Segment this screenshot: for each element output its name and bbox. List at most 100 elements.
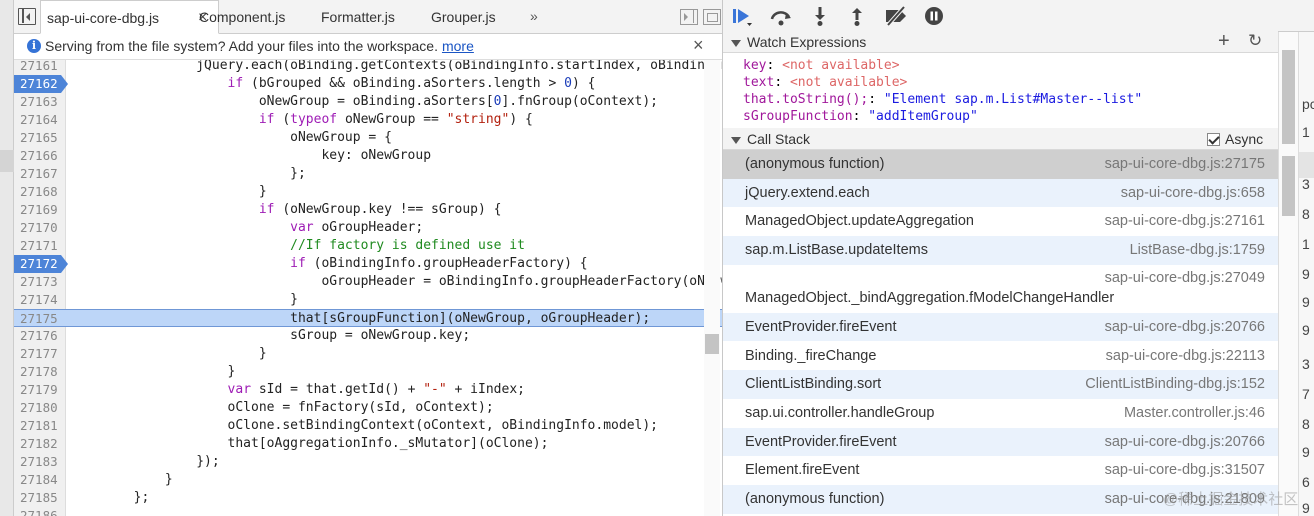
line-number[interactable]: 27186 [14, 507, 66, 516]
scrollbar-thumb[interactable] [705, 334, 719, 354]
code-line[interactable]: 27169 if (oNewGroup.key !== sGroup) { [14, 201, 722, 219]
code-line[interactable]: 27177 } [14, 345, 722, 363]
line-number[interactable]: 27178 [14, 363, 66, 381]
tab-formatter[interactable]: Formatter.js [321, 0, 395, 34]
refresh-icon[interactable]: ↻ [1248, 30, 1262, 52]
line-number[interactable]: 27171 [14, 237, 66, 255]
call-frame[interactable]: Element.fireEvent sap-ui-core-dbg.js:3150… [723, 456, 1278, 485]
code-line[interactable]: 27180 oClone = fnFactory(sId, oContext); [14, 399, 722, 417]
code-line[interactable]: 27161 jQuery.each(oBinding.getContexts(o… [14, 60, 722, 75]
code-line[interactable]: 27174 } [14, 291, 722, 309]
tab-grouper[interactable]: Grouper.js [431, 0, 496, 34]
step-out-icon[interactable] [846, 5, 868, 27]
line-number[interactable]: 27164 [14, 111, 66, 129]
code-line[interactable]: 27185 }; [14, 489, 722, 507]
code-line[interactable]: 27179 var sId = that.getId() + "-" + iIn… [14, 381, 722, 399]
code-line[interactable]: 27186 [14, 507, 722, 516]
add-expression-icon[interactable]: + [1218, 30, 1230, 52]
line-number[interactable]: 27179 [14, 381, 66, 399]
line-number[interactable]: 27184 [14, 471, 66, 489]
call-frame[interactable]: sap.m.ListBase.updateItems ListBase-dbg.j… [723, 236, 1278, 265]
frame-location[interactable]: sap-ui-core-dbg.js:27161 [1105, 213, 1265, 229]
current-execution-line[interactable]: 27175 that[sGroupFunction](oNewGroup, oG… [14, 309, 722, 328]
scrollbar-thumb[interactable] [1282, 156, 1295, 216]
code-area[interactable]: 27161 jQuery.each(oBinding.getContexts(o… [14, 60, 722, 516]
watch-item[interactable]: sGroupFunction: "addItemGroup" [743, 108, 1278, 125]
close-icon[interactable]: × [693, 35, 704, 56]
resume-icon[interactable] [731, 5, 753, 27]
code-line[interactable]: 27173 oGroupHeader = oBindingInfo.groupH… [14, 273, 722, 291]
more-tabs-icon[interactable]: » [530, 0, 538, 34]
checkbox-icon[interactable] [1207, 133, 1220, 146]
line-number[interactable]: 27169 [14, 201, 66, 219]
tab-sap-ui-core-dbg[interactable]: sap-ui-core-dbg.js × [40, 0, 219, 34]
watch-item[interactable]: key: <not available> [743, 57, 1278, 74]
call-frame[interactable]: jQuery.extend.each sap-ui-core-dbg.js:658 [723, 178, 1278, 208]
line-number[interactable]: 27165 [14, 129, 66, 147]
code-line[interactable]: 27176 sGroup = oNewGroup.key; [14, 327, 722, 345]
frame-location[interactable]: ListBase-dbg.js:1759 [1130, 242, 1265, 258]
frame-location[interactable]: ClientListBinding-dbg.js:152 [1085, 376, 1265, 392]
code-line[interactable]: 27182 that[oAggregationInfo._sMutator](o… [14, 435, 722, 453]
call-frame[interactable]: ManagedObject.updateAggregation sap-ui-co… [723, 207, 1278, 236]
pause-on-exceptions-icon[interactable] [923, 5, 945, 27]
call-frame[interactable]: EventProvider.fireEvent sap-ui-core-dbg.j… [723, 427, 1278, 457]
deactivate-breakpoints-icon[interactable] [883, 5, 906, 27]
frame-location[interactable]: sap-ui-core-dbg.js:20766 [1105, 319, 1265, 335]
frame-location[interactable]: Master.controller.js:46 [1124, 405, 1265, 421]
toggle-debugger-sidebar-icon[interactable] [680, 9, 698, 25]
code-line[interactable]: 27170 var oGroupHeader; [14, 219, 722, 237]
frame-location[interactable]: sap-ui-core-dbg.js:20766 [1105, 434, 1265, 450]
line-number[interactable]: 27163 [14, 93, 66, 111]
line-number[interactable]: 27183 [14, 453, 66, 471]
frame-location[interactable]: sap-ui-core-dbg.js:27049 [1105, 270, 1265, 286]
call-frame[interactable]: Binding._fireChange sap-ui-core-dbg.js:22… [723, 342, 1278, 371]
code-line[interactable]: 27171 //If factory is defined use it [14, 237, 722, 255]
line-number[interactable]: 27182 [14, 435, 66, 453]
code-line[interactable]: 27181 oClone.setBindingContext(oContext,… [14, 417, 722, 435]
code-line[interactable]: 27164 if (typeof oNewGroup == "string") … [14, 111, 722, 129]
editor-scrollbar[interactable] [704, 60, 720, 516]
frame-location[interactable]: sap-ui-core-dbg.js:22113 [1106, 348, 1265, 364]
call-frame[interactable]: EventProvider.fireEvent sap-ui-core-dbg.j… [723, 312, 1278, 342]
code-line[interactable]: 27167 }; [14, 165, 722, 183]
line-number[interactable]: 27167 [14, 165, 66, 183]
line-number[interactable]: 27174 [14, 291, 66, 309]
line-number[interactable]: 27170 [14, 219, 66, 237]
line-number[interactable]: 27177 [14, 345, 66, 363]
code-line[interactable]: 27172 if (oBindingInfo.groupHeaderFactor… [14, 255, 722, 273]
more-link[interactable]: more [442, 38, 474, 54]
breakpoint-marker[interactable]: 27162 [14, 75, 68, 93]
watch-expressions-header[interactable]: Watch Expressions + ↻ [723, 30, 1278, 53]
line-number[interactable]: 27180 [14, 399, 66, 417]
code-line[interactable]: 27184 } [14, 471, 722, 489]
line-number[interactable]: 27173 [14, 273, 66, 291]
line-number[interactable]: 27166 [14, 147, 66, 165]
frame-location[interactable]: sap-ui-core-dbg.js:31507 [1105, 462, 1265, 478]
line-number[interactable]: 27176 [14, 327, 66, 345]
step-into-icon[interactable] [809, 5, 831, 27]
code-line[interactable]: 27165 oNewGroup = { [14, 129, 722, 147]
call-frame[interactable]: ManagedObject._bindAggregation.fModelCha… [723, 265, 1278, 313]
line-number[interactable]: 27161 [14, 60, 66, 75]
line-number[interactable]: 27181 [14, 417, 66, 435]
format-icon[interactable] [703, 9, 721, 25]
code-line[interactable]: 27162 if (bGrouped && oBinding.aSorters.… [14, 75, 722, 93]
line-number[interactable]: 27175 [14, 310, 66, 328]
call-frame[interactable]: (anonymous function) sap-ui-core-dbg.js:2… [723, 150, 1278, 179]
watch-item[interactable]: text: <not available> [743, 74, 1278, 91]
watch-item[interactable]: that.toString();: "Element sap.m.List#Ma… [743, 91, 1278, 108]
toggle-navigator-icon[interactable] [18, 8, 36, 25]
frame-location[interactable]: sap-ui-core-dbg.js:658 [1121, 185, 1265, 201]
code-line[interactable]: 27163 oNewGroup = oBinding.aSorters[0].f… [14, 93, 722, 111]
code-line[interactable]: 27178 } [14, 363, 722, 381]
call-stack-header[interactable]: Call Stack Async [723, 128, 1278, 150]
scrollbar-thumb[interactable] [1282, 50, 1295, 144]
step-over-icon[interactable] [769, 5, 791, 27]
code-line[interactable]: 27183 }); [14, 453, 722, 471]
code-line[interactable]: 27166 key: oNewGroup [14, 147, 722, 165]
call-frame[interactable]: ClientListBinding.sort ClientListBinding-… [723, 370, 1278, 399]
call-frame[interactable]: sap.ui.controller.handleGroup Master.cont… [723, 399, 1278, 428]
line-number[interactable]: 27185 [14, 489, 66, 507]
frame-location[interactable]: sap-ui-core-dbg.js:27175 [1105, 156, 1265, 172]
